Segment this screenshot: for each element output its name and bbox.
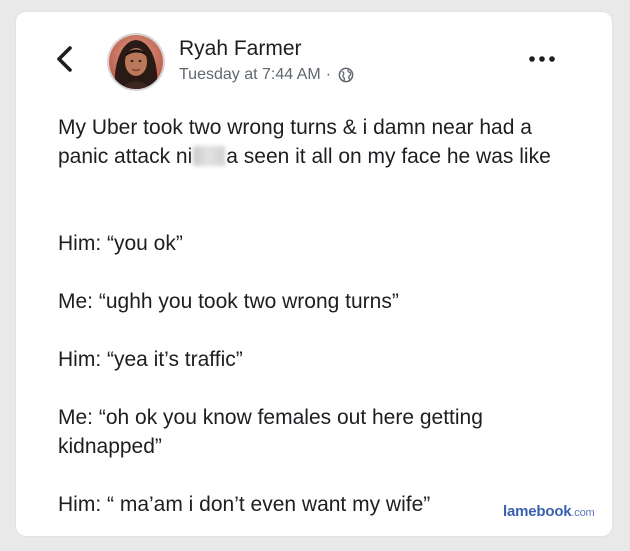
watermark-domain: .com bbox=[571, 507, 595, 519]
post-text: a seen it all on my face he was like bbox=[226, 145, 551, 168]
globe-icon bbox=[338, 67, 354, 83]
meta-separator: · bbox=[325, 66, 332, 83]
post-paragraph: Him: “you ok” bbox=[58, 232, 183, 255]
back-chevron-icon[interactable] bbox=[52, 44, 78, 74]
more-options-icon[interactable] bbox=[528, 54, 556, 64]
post-paragraph: My Uber took two wrong turns & i damn ne… bbox=[58, 113, 578, 171]
author-name[interactable]: Ryah Farmer bbox=[179, 37, 302, 61]
post-paragraph: Me: “ughh you took two wrong turns” bbox=[58, 290, 399, 313]
post-meta: Tuesday at 7:44 AM · bbox=[179, 66, 354, 84]
avatar-photo bbox=[109, 35, 163, 89]
post-paragraph: Me: “oh ok you know females out here get… bbox=[58, 406, 483, 458]
lamebook-watermark: lamebook.com bbox=[503, 503, 595, 520]
watermark-brand: lamebook bbox=[503, 503, 572, 520]
avatar[interactable] bbox=[107, 33, 165, 91]
censored-word-blur bbox=[193, 146, 226, 166]
post-paragraph: Him: “ ma’am i don’t even want my wife” bbox=[58, 493, 431, 516]
post-paragraph: Him: “yea it’s traffic” bbox=[58, 348, 243, 371]
post-timestamp[interactable]: Tuesday at 7:44 AM bbox=[179, 66, 321, 84]
